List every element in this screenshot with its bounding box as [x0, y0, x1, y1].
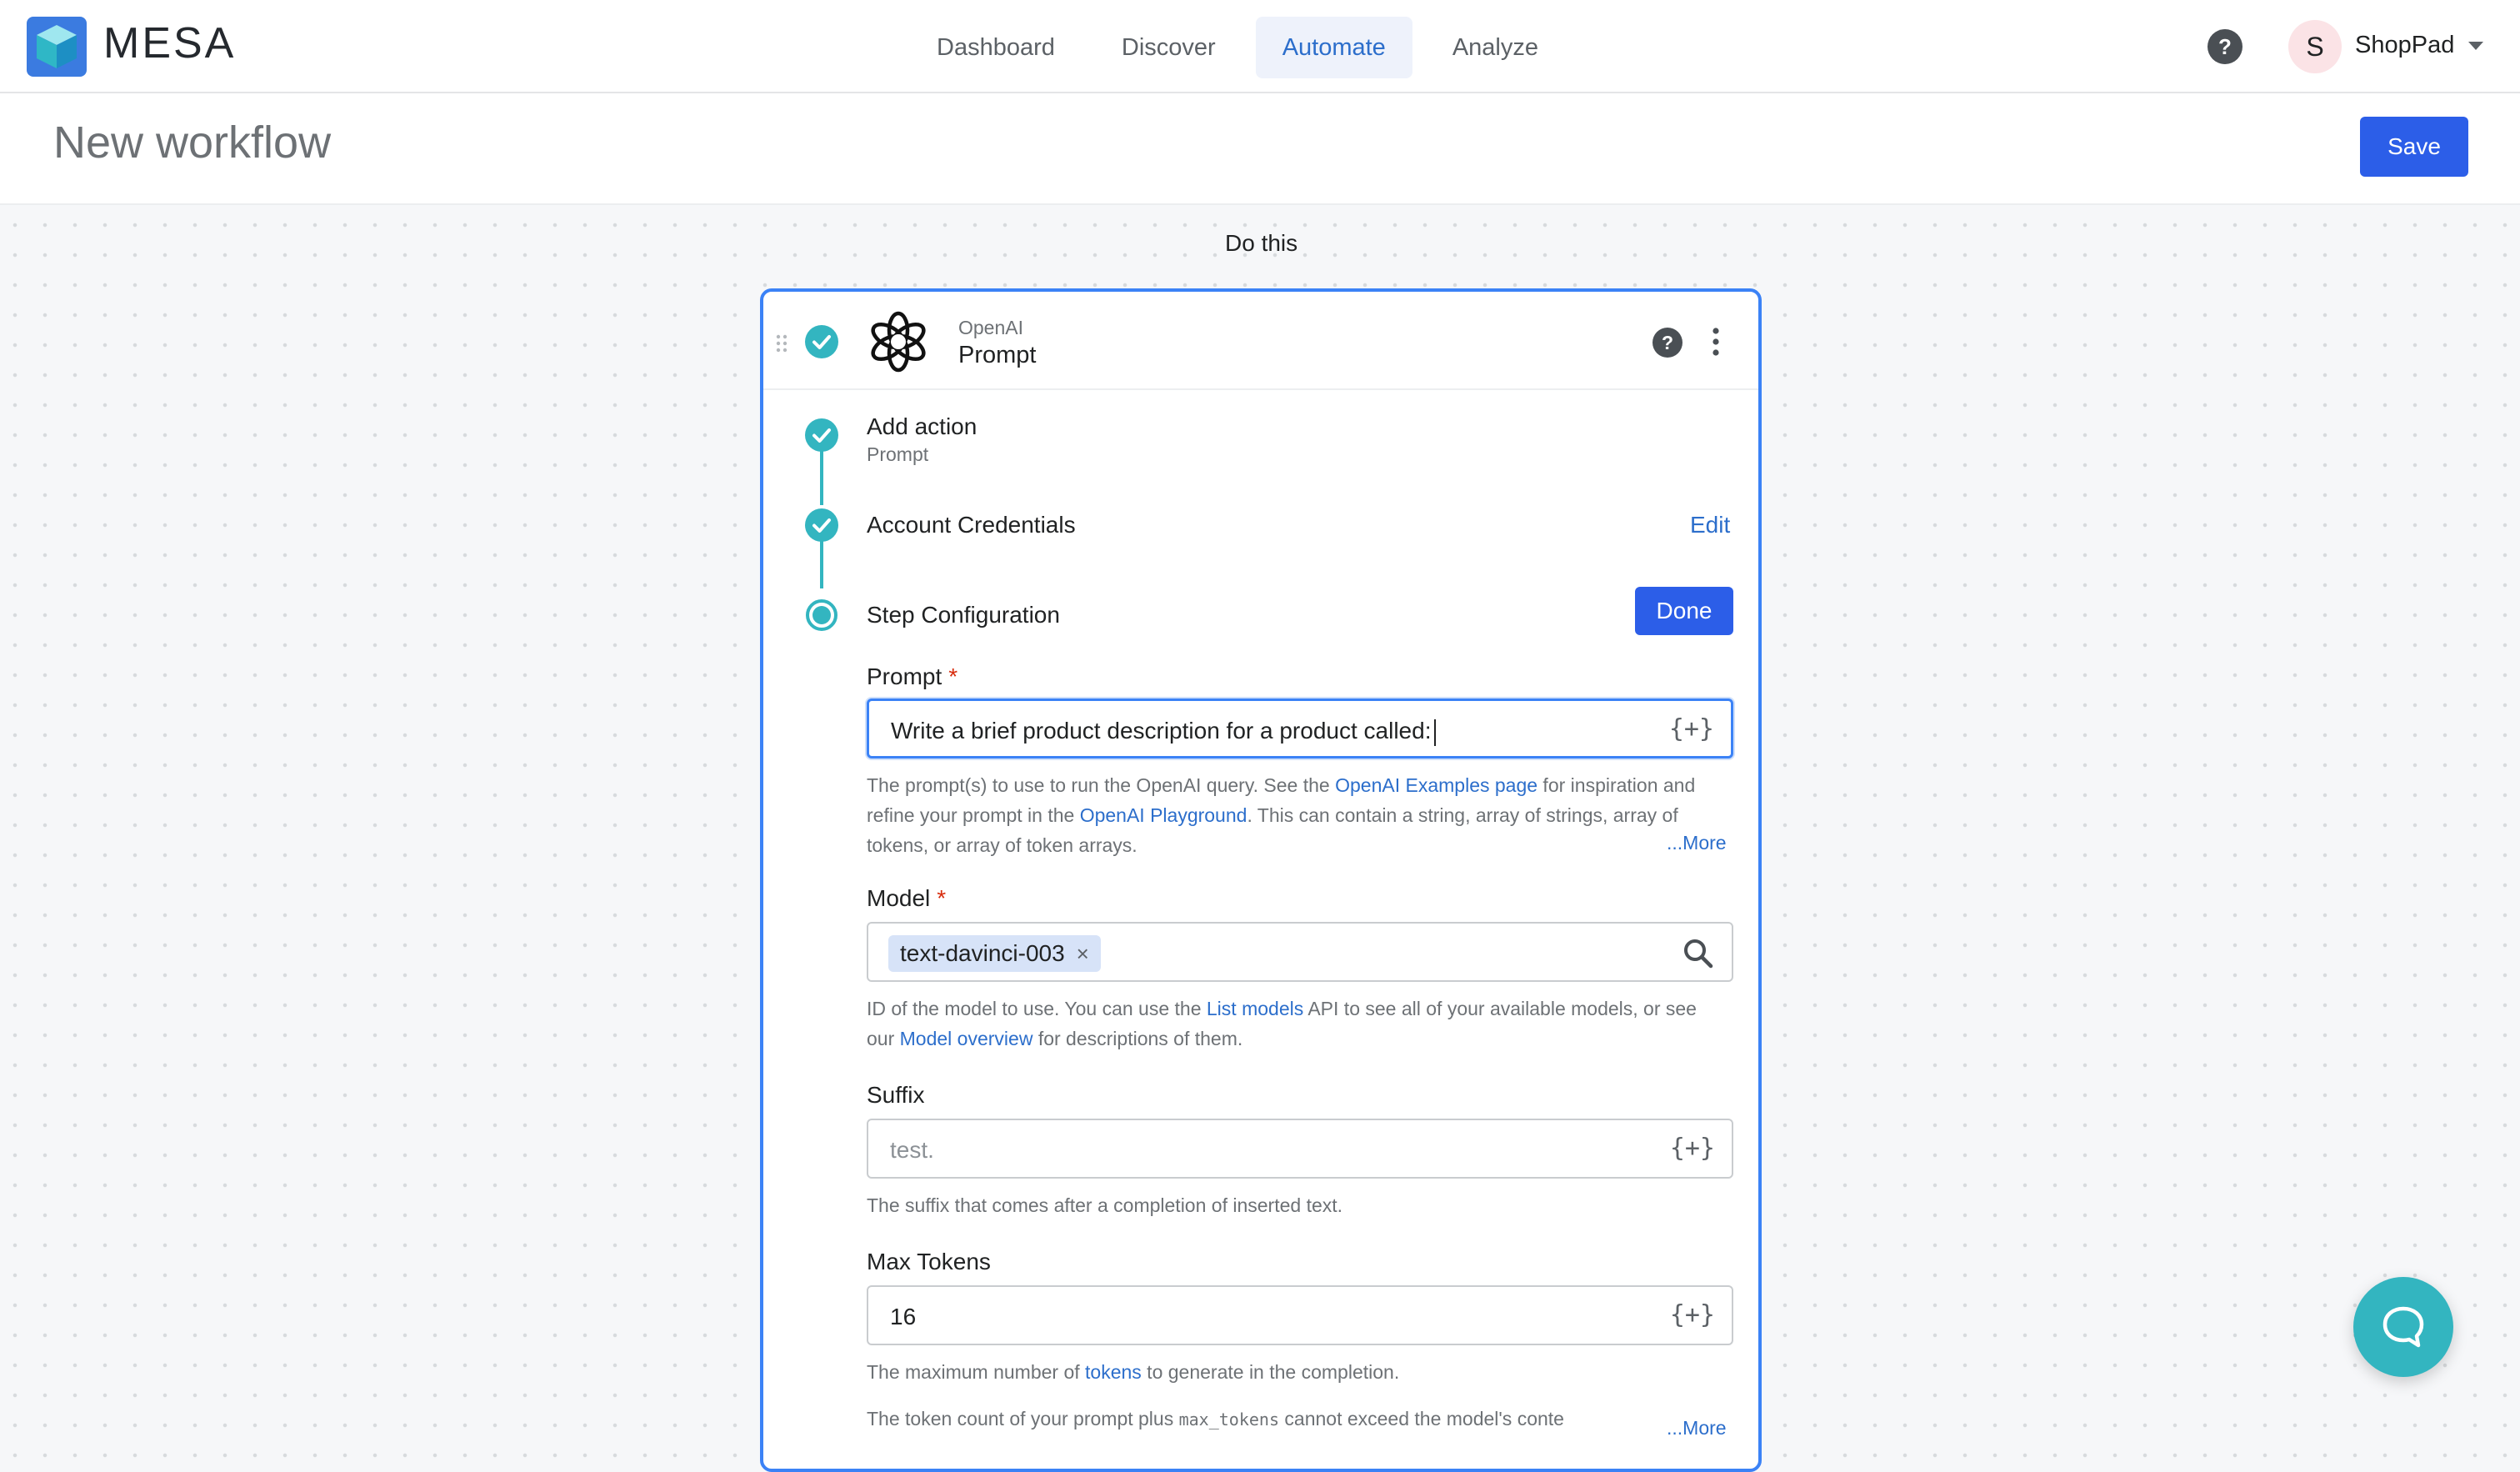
step-app-name: OpenAI: [958, 317, 1023, 338]
tokens-link[interactable]: tokens: [1085, 1361, 1142, 1383]
save-button[interactable]: Save: [2360, 117, 2468, 177]
openai-playground-link[interactable]: OpenAI Playground: [1080, 804, 1248, 826]
svg-text:?: ?: [1662, 332, 1673, 353]
openai-logo-icon: [867, 310, 930, 373]
list-models-link[interactable]: List models: [1207, 998, 1303, 1019]
check-circle-icon: [805, 325, 838, 358]
step-configuration-label[interactable]: Step Configuration: [867, 602, 1060, 628]
insert-variable-button[interactable]: {+}: [1670, 1134, 1715, 1163]
check-circle-icon: [805, 418, 838, 452]
max-tokens-label: Max Tokens: [867, 1249, 991, 1274]
nav-automate[interactable]: Automate: [1255, 17, 1412, 78]
step-add-action-sub: Prompt: [867, 443, 929, 465]
help-text-part: The maximum number of: [867, 1361, 1086, 1383]
page-title[interactable]: New workflow: [53, 117, 331, 168]
insert-variable-button[interactable]: {+}: [1670, 1300, 1715, 1329]
help-text-part: cannot exceed the model's conte: [1279, 1408, 1564, 1429]
max-tokens-value[interactable]: 16: [890, 1304, 916, 1330]
edit-credentials-link[interactable]: Edit: [1690, 512, 1730, 538]
model-tag-label: text-davinci-003: [900, 940, 1065, 966]
help-text-part: for descriptions of them.: [1032, 1028, 1243, 1049]
chat-widget-button[interactable]: [2353, 1277, 2453, 1377]
prompt-label: Prompt *: [867, 663, 958, 690]
help-icon[interactable]: ?: [2207, 28, 2243, 65]
model-label: Model *: [867, 885, 946, 912]
main-nav: Dashboard Discover Automate Analyze: [910, 17, 1578, 78]
avatar[interactable]: S: [2288, 20, 2342, 73]
required-mark: *: [948, 663, 958, 689]
nav-discover[interactable]: Discover: [1095, 17, 1242, 78]
prompt-input-value[interactable]: Write a brief product description for a …: [891, 718, 1437, 746]
chevron-down-icon[interactable]: [2468, 42, 2483, 50]
model-label-text: Model: [867, 885, 931, 911]
svg-text:?: ?: [2218, 34, 2232, 59]
suffix-input[interactable]: test. {+}: [867, 1119, 1733, 1179]
check-circle-icon: [805, 508, 838, 542]
step-credentials-label[interactable]: Account Credentials: [867, 512, 1076, 538]
step-action-name: Prompt: [958, 342, 1037, 368]
chat-bubble-icon: [2382, 1306, 2424, 1348]
step-card-header[interactable]: OpenAI Prompt ?: [763, 292, 1758, 390]
mesa-logo-icon[interactable]: [27, 17, 87, 77]
required-mark: *: [937, 885, 947, 911]
text-cursor: [1434, 718, 1437, 746]
model-help-text: ID of the model to use. You can use the …: [867, 994, 1717, 1054]
help-text-part: to generate in the completion.: [1141, 1361, 1400, 1383]
model-tag: text-davinci-003 ×: [888, 935, 1101, 972]
search-icon[interactable]: [1683, 939, 1713, 969]
suffix-label: Suffix: [867, 1082, 925, 1108]
workflow-step-card: OpenAI Prompt ? Add action Prompt Accoun…: [760, 288, 1762, 1472]
app-name: MESA: [103, 19, 237, 68]
help-text-part: ID of the model to use. You can use the: [867, 998, 1207, 1019]
remove-tag-icon[interactable]: ×: [1077, 941, 1089, 967]
help-text-part: The token count of your prompt plus: [867, 1408, 1179, 1429]
help-icon[interactable]: ?: [1652, 327, 1683, 358]
help-text-part: The prompt(s) to use to run the OpenAI q…: [867, 774, 1336, 796]
page-header: New workflow Save: [0, 93, 2520, 205]
section-label: Do this: [1225, 230, 1298, 256]
top-navigation-bar: MESA Dashboard Discover Automate Analyze…: [0, 0, 2520, 93]
prompt-label-text: Prompt: [867, 663, 942, 689]
max-tokens-help-text: The maximum number of tokens to generate…: [867, 1357, 1717, 1387]
max-tokens-more-link[interactable]: ...More: [1667, 1417, 1727, 1439]
prompt-input-text: Write a brief product description for a …: [891, 718, 1432, 744]
insert-variable-button[interactable]: {+}: [1669, 714, 1714, 744]
nav-dashboard[interactable]: Dashboard: [910, 17, 1082, 78]
step-add-action-label[interactable]: Add action: [867, 413, 977, 440]
model-select[interactable]: text-davinci-003 ×: [867, 922, 1733, 982]
suffix-placeholder: test.: [890, 1137, 934, 1163]
openai-examples-link[interactable]: OpenAI Examples page: [1335, 774, 1538, 796]
more-vertical-icon[interactable]: [1710, 325, 1722, 358]
max-tokens-input[interactable]: 16 {+}: [867, 1285, 1733, 1345]
nav-analyze[interactable]: Analyze: [1426, 17, 1565, 78]
current-step-icon: [805, 598, 838, 632]
code-snippet: max_tokens: [1178, 1409, 1280, 1429]
max-tokens-help-extra: The token count of your prompt plus max_…: [867, 1404, 1650, 1434]
prompt-more-link[interactable]: ...More: [1667, 832, 1727, 854]
done-button[interactable]: Done: [1635, 587, 1733, 635]
drag-handle-icon[interactable]: [775, 333, 788, 353]
account-name[interactable]: ShopPad: [2355, 32, 2454, 59]
suffix-help-text: The suffix that comes after a completion…: [867, 1194, 1343, 1216]
prompt-input[interactable]: Write a brief product description for a …: [867, 698, 1733, 759]
prompt-help-text: The prompt(s) to use to run the OpenAI q…: [867, 770, 1717, 860]
model-overview-link[interactable]: Model overview: [900, 1028, 1033, 1049]
